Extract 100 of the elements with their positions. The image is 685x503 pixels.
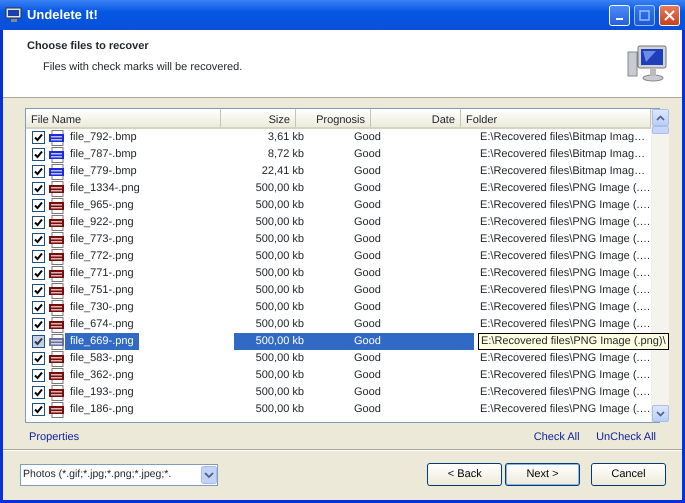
folder-cell: E:\Recovered files\PNG Image (.… xyxy=(480,318,651,330)
close-button[interactable] xyxy=(659,4,680,26)
prognosis-cell-text: Good xyxy=(353,266,382,281)
scroll-thumb[interactable] xyxy=(652,126,669,134)
prognosis-cell-text: Good xyxy=(353,147,382,162)
file-name-cell[interactable]: file_922-.png xyxy=(65,214,139,231)
size-cell-text: 500,00 kb xyxy=(254,249,305,264)
size-cell-text: 500,00 kb xyxy=(254,232,305,247)
checkbox[interactable] xyxy=(32,386,45,399)
link[interactable]: UnCheck All xyxy=(596,429,656,449)
folder-cell: E:\Recovered files\PNG Image (.… xyxy=(480,403,651,415)
folder-cell: E:\Recovered files\Bitmap Imag… xyxy=(480,131,646,143)
file-name-cell[interactable]: file_674-.png xyxy=(65,316,139,333)
maximize-icon xyxy=(639,10,650,20)
checkbox[interactable] xyxy=(32,216,45,229)
checkbox[interactable] xyxy=(32,352,45,365)
file-name-cell[interactable]: file_186-.png xyxy=(65,401,139,418)
checkbox[interactable] xyxy=(32,182,45,195)
folder-cell: E:\Recovered files\PNG Image (.… xyxy=(480,233,651,245)
checkbox[interactable] xyxy=(32,369,45,382)
column-header[interactable]: Date xyxy=(371,109,461,127)
file-name-cell[interactable]: file_362-.png xyxy=(65,367,139,384)
checkbox[interactable] xyxy=(32,148,45,161)
checkbox[interactable] xyxy=(32,284,45,297)
checkbox[interactable] xyxy=(32,403,45,416)
file-name-cell[interactable]: file_193-.png xyxy=(65,384,139,401)
checkbox[interactable] xyxy=(32,318,45,331)
size-cell-text: 500,00 kb xyxy=(254,368,305,383)
properties-link[interactable]: Properties xyxy=(29,429,80,449)
folder-cell: E:\Recovered files\Bitmap Imag… xyxy=(480,165,646,177)
image-file-icon xyxy=(49,282,65,298)
image-file-icon xyxy=(49,350,65,366)
size-cell-text: 500,00 kb xyxy=(254,402,305,417)
checkbox[interactable] xyxy=(32,301,45,314)
size-cell: 500,00 kb xyxy=(234,333,309,350)
file-name-cell[interactable]: file_1334-.png xyxy=(65,180,145,197)
size-cell-text: 500,00 kb xyxy=(254,317,305,332)
prognosis-cell-text: Good xyxy=(353,249,382,264)
folder-cell: E:\Recovered files\PNG Image (.… xyxy=(480,267,651,279)
size-cell-text: 500,00 kb xyxy=(254,266,305,281)
checkbox[interactable] xyxy=(32,335,45,348)
folder-cell: E:\Recovered files\PNG Image (.… xyxy=(480,352,651,364)
file-name-cell[interactable]: file_772-.png xyxy=(65,248,139,265)
checkbox[interactable] xyxy=(32,233,45,246)
file-name-cell[interactable]: file_965-.png xyxy=(65,197,139,214)
image-file-icon xyxy=(49,146,65,162)
image-file-icon xyxy=(49,180,65,196)
prognosis-cell-text: Good xyxy=(353,283,382,298)
file-name-cell[interactable]: file_792-.bmp xyxy=(65,129,142,146)
column-header[interactable]: Size xyxy=(221,109,296,127)
back-button[interactable]: < Back xyxy=(427,463,502,486)
minimize-button[interactable] xyxy=(609,4,630,26)
size-cell-text: 500,00 kb xyxy=(254,351,305,366)
image-file-icon xyxy=(49,300,65,316)
next-button[interactable]: Next > xyxy=(505,463,580,486)
size-cell-text: 500,00 kb xyxy=(254,215,305,230)
column-header[interactable]: Prognosis xyxy=(296,109,371,127)
filter-dropdown[interactable]: Photos (*.gif;*.jpg;*.png;*.jpeg;*. xyxy=(20,464,218,486)
file-name-cell[interactable]: file_787-.bmp xyxy=(65,146,142,163)
image-file-icon xyxy=(49,248,65,264)
prognosis-cell-text: Good xyxy=(353,300,382,315)
chevron-down-icon xyxy=(656,410,665,416)
file-name-cell[interactable]: file_771-.png xyxy=(65,265,139,282)
size-cell-text: 8,72 kb xyxy=(266,147,305,162)
checkbox[interactable] xyxy=(32,267,45,280)
folder-cell: E:\Recovered files\PNG Image (.… xyxy=(480,386,651,398)
size-cell-text: 500,00 kb xyxy=(254,300,305,315)
checkbox[interactable] xyxy=(32,131,45,144)
file-name-cell[interactable]: file_751-.png xyxy=(65,282,139,299)
prognosis-cell-text: Good xyxy=(353,164,382,179)
image-file-icon xyxy=(49,130,65,146)
image-file-icon xyxy=(49,164,65,180)
size-cell-text: 500,00 kb xyxy=(254,181,305,196)
image-file-icon xyxy=(49,316,65,332)
folder-cell: E:\Recovered files\PNG Image (.… xyxy=(480,369,651,381)
cancel-button[interactable]: Cancel xyxy=(591,463,666,486)
link[interactable]: Check All xyxy=(534,429,580,449)
scroll-up-button[interactable] xyxy=(652,109,669,126)
checkbox[interactable] xyxy=(32,199,45,212)
chevron-up-icon xyxy=(656,114,665,120)
monitor-icon xyxy=(5,7,23,23)
file-name-cell[interactable]: file_730-.png xyxy=(65,299,139,316)
file-name-cell[interactable]: file_583-.png xyxy=(65,350,139,367)
file-name-cell[interactable]: file_773-.png xyxy=(65,231,139,248)
folder-cell: E:\Recovered files\PNG Image (.… xyxy=(480,216,651,228)
maximize-button[interactable] xyxy=(634,4,655,26)
prognosis-cell-text: Good xyxy=(353,181,382,196)
checkbox[interactable] xyxy=(32,165,45,178)
column-header[interactable]: File Name xyxy=(26,109,221,127)
prognosis-cell-text: Good xyxy=(353,232,382,247)
checkbox[interactable] xyxy=(32,250,45,263)
scroll-down-button[interactable] xyxy=(652,405,669,422)
prognosis-cell-text: Good xyxy=(353,215,382,230)
image-file-icon xyxy=(49,266,65,282)
folder-cell: E:\Recovered files\PNG Image (.png)\ xyxy=(478,333,669,350)
window-title: Undelete It! xyxy=(27,6,99,24)
file-name-cell[interactable]: file_669-.png xyxy=(65,333,139,350)
size-cell-text: 500,00 kb xyxy=(254,198,305,213)
image-file-icon xyxy=(49,384,65,400)
file-name-cell[interactable]: file_779-.bmp xyxy=(65,163,142,180)
